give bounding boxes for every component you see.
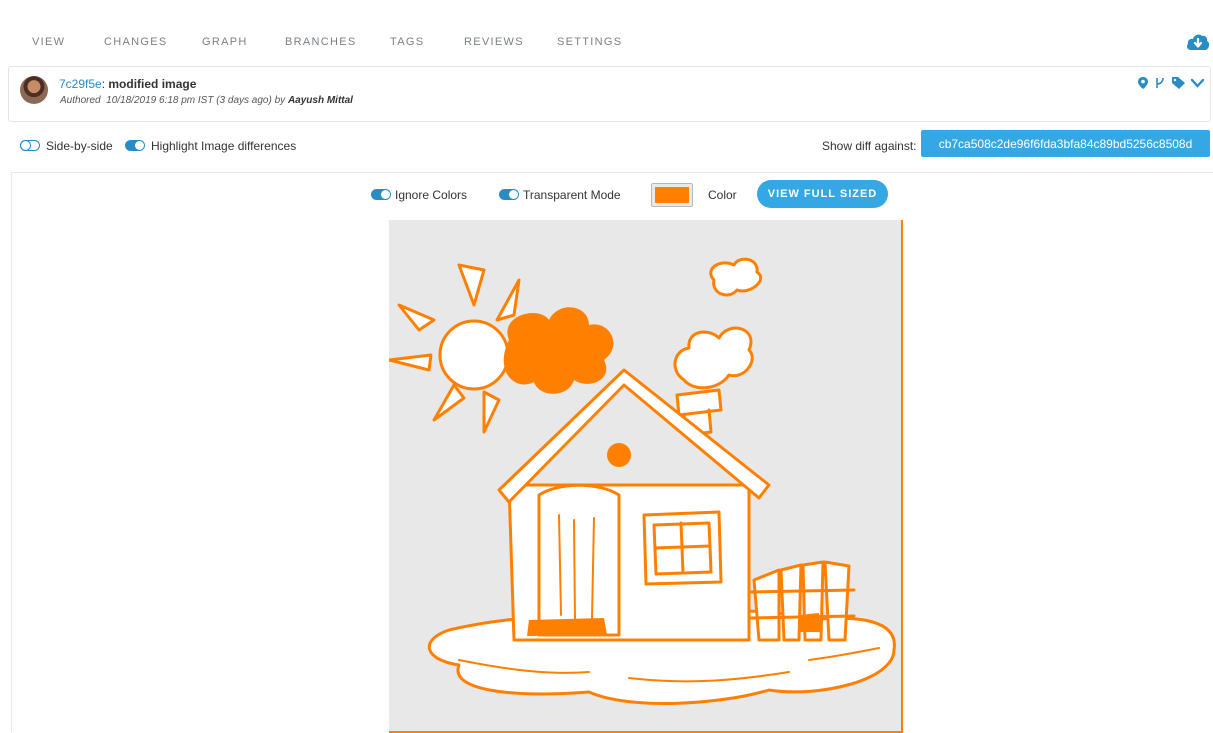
branch-icon[interactable] [1154, 77, 1166, 89]
transparent-mode-toggle[interactable]: Transparent Mode [499, 188, 621, 202]
side-by-side-label: Side-by-side [46, 139, 113, 153]
tab-view[interactable]: VIEW [32, 36, 65, 48]
highlight-differences-toggle[interactable]: Highlight Image differences [125, 139, 296, 153]
image-diff-viewer: Ignore Colors Transparent Mode Color VIE… [11, 172, 1213, 733]
ignore-colors-label: Ignore Colors [395, 188, 468, 202]
toggle-on-icon [371, 189, 391, 201]
repo-nav: VIEW CHANGES GRAPH BRANCHES TAGS REVIEWS… [0, 0, 1213, 62]
authored-date: 10/18/2019 6:18 pm IST (3 days ago) by [106, 95, 286, 106]
show-diff-label: Show diff against: [822, 139, 917, 153]
side-by-side-toggle[interactable]: Side-by-side [20, 139, 113, 153]
highlight-color-picker[interactable] [651, 183, 693, 207]
commit-separator: : [101, 77, 106, 91]
commit-title: 7c29f5e: modified image [59, 77, 196, 91]
toggle-off-icon [20, 140, 40, 152]
diff-target-button[interactable]: cb7ca508c2de96f6fda3bfa84c89bd5256c8508d [921, 130, 1210, 157]
tab-tags[interactable]: TAGS [390, 36, 424, 48]
highlight-differences-label: Highlight Image differences [151, 139, 297, 153]
diff-options: Side-by-side Highlight Image differences… [0, 130, 1213, 160]
tab-branches[interactable]: BRANCHES [285, 36, 357, 48]
transparent-mode-label: Transparent Mode [523, 188, 621, 202]
cloud-download-icon[interactable] [1185, 30, 1211, 54]
color-swatch-fill [655, 187, 689, 203]
tab-reviews[interactable]: REVIEWS [464, 36, 524, 48]
commit-hash-link[interactable]: 7c29f5e [59, 77, 102, 91]
commit-message: modified image [108, 77, 197, 91]
commit-meta: Authored 10/18/2019 6:18 pm IST (3 days … [60, 95, 353, 106]
diff-image [389, 220, 903, 733]
tab-settings[interactable]: SETTINGS [557, 36, 622, 48]
toggle-on-icon [125, 140, 145, 152]
viewer-controls: Ignore Colors Transparent Mode Color VIE… [12, 179, 1213, 209]
color-label: Color [708, 188, 737, 202]
toggle-on-icon [499, 189, 519, 201]
map-pin-icon[interactable] [1138, 77, 1148, 89]
ignore-colors-toggle[interactable]: Ignore Colors [371, 188, 467, 202]
chevron-down-icon[interactable] [1191, 78, 1204, 88]
commit-card: 7c29f5e: modified image Authored 10/18/2… [8, 66, 1211, 122]
authored-prefix: Authored [60, 95, 101, 106]
commit-author[interactable]: Aayush Mittal [288, 95, 353, 106]
view-full-sized-button[interactable]: VIEW FULL SIZED [757, 180, 888, 208]
house-drawing-image [389, 257, 896, 705]
tag-icon[interactable] [1172, 77, 1185, 89]
avatar [20, 76, 48, 104]
tab-graph[interactable]: GRAPH [202, 36, 248, 48]
commit-actions [1138, 77, 1204, 89]
tab-changes[interactable]: CHANGES [104, 36, 168, 48]
